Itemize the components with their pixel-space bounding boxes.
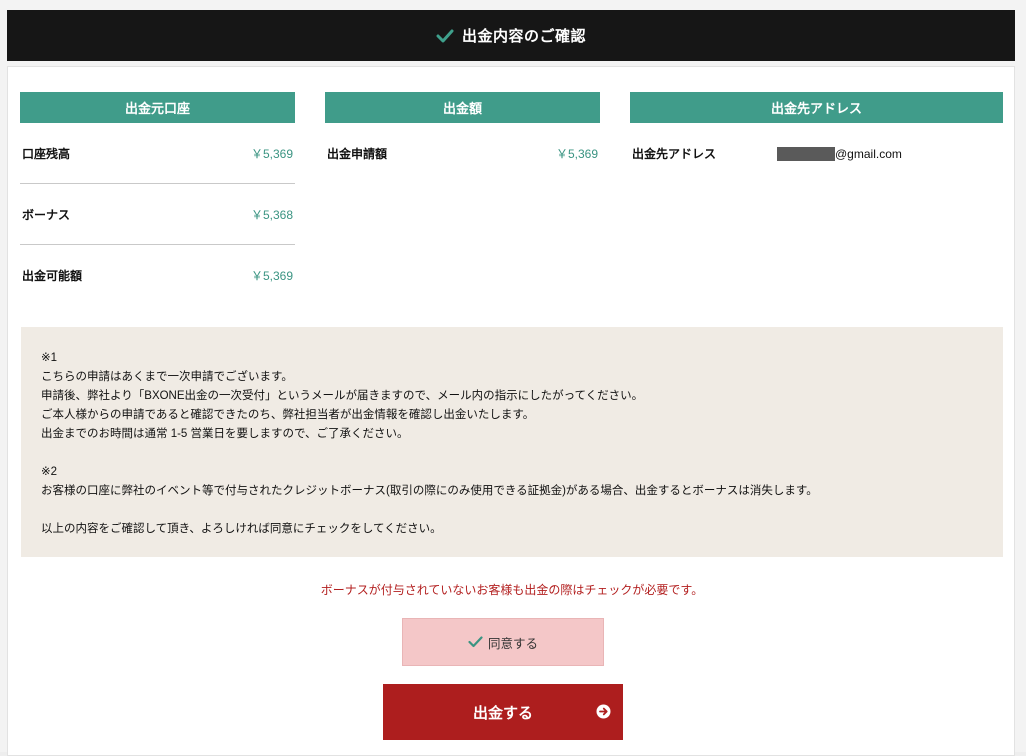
agree-label: 同意する xyxy=(487,636,538,651)
notice-line: お客様の口座に弊社のイベント等で付与されたクレジットボーナス(取引の際にのみ使用… xyxy=(41,485,818,497)
notice-mark-1: ※1 xyxy=(41,352,58,364)
request-amount-label: 出金申請額 xyxy=(327,147,388,161)
request-amount-value: ￥5,369 xyxy=(555,147,598,161)
balance-label: 口座残高 xyxy=(22,146,71,161)
source-account-heading: 出金元口座 xyxy=(20,92,295,123)
notice-mark-2: ※2 xyxy=(41,466,58,478)
agree-checkbox-button[interactable]: 同意する xyxy=(402,618,604,666)
page-header: 出金内容のご確認 xyxy=(7,10,1015,61)
notice-line: ご本人様からの申請であると確認できたのち、弊社担当者が出金情報を確認し出金いたし… xyxy=(41,409,535,421)
notice-line: 申請後、弊社より「BXONE出金の一次受付」というメールが届きますので、メール内… xyxy=(41,390,644,402)
notice-line: 出金までのお時間は通常 1-5 営業日を要しますので、ご了承ください。 xyxy=(41,428,409,440)
balance-row: 口座残高 ￥5,369 xyxy=(20,123,295,184)
confirmation-panel: 出金元口座 口座残高 ￥5,369 ボーナス ￥5,368 出金可能額 ￥5,3… xyxy=(7,66,1015,756)
check-icon xyxy=(436,29,454,43)
notice-line: 以上の内容をご確認して頂き、よろしければ同意にチェックをしてください。 xyxy=(41,523,442,535)
check-icon xyxy=(468,636,483,648)
destination-heading: 出金先アドレス xyxy=(630,92,1003,123)
bonus-label: ボーナス xyxy=(22,207,71,222)
destination-label: 出金先アドレス xyxy=(632,147,717,161)
bonus-value: ￥5,368 xyxy=(250,207,293,222)
withdrawable-row: 出金可能額 ￥5,369 xyxy=(20,245,295,306)
arrow-circle-right-icon xyxy=(596,704,611,719)
bonus-row: ボーナス ￥5,368 xyxy=(20,184,295,245)
destination-section: 出金先アドレス 出金先アドレス @gmail.com xyxy=(630,92,1003,184)
withdrawable-label: 出金可能額 xyxy=(22,269,83,283)
destination-email: @gmail.com xyxy=(835,146,902,161)
source-account-section: 出金元口座 口座残高 ￥5,369 ボーナス ￥5,368 出金可能額 ￥5,3… xyxy=(20,92,295,306)
notice-box: ※1 こちらの申請はあくまで一次申請でございます。 申請後、弊社より「BXONE… xyxy=(21,327,1003,557)
withdrawable-value: ￥5,369 xyxy=(250,269,293,283)
amount-heading: 出金額 xyxy=(325,92,600,123)
destination-row: 出金先アドレス @gmail.com xyxy=(630,123,1003,184)
balance-value: ￥5,369 xyxy=(250,146,293,161)
warning-message: ボーナスが付与されていないお客様も出金の際はチェックが必要です。 xyxy=(320,583,704,597)
withdraw-submit-label: 出金する xyxy=(472,704,533,722)
page: 出金内容のご確認 出金元口座 口座残高 ￥5,369 ボーナス ￥5,368 出… xyxy=(0,0,1026,756)
request-amount-row: 出金申請額 ￥5,369 xyxy=(325,123,600,184)
redacted-email-mask xyxy=(777,146,835,161)
withdraw-submit-button[interactable]: 出金する xyxy=(383,684,623,740)
amount-section: 出金額 出金申請額 ￥5,369 xyxy=(325,92,600,184)
page-title: 出金内容のご確認 xyxy=(461,28,586,45)
notice-line: こちらの申請はあくまで一次申請でございます。 xyxy=(41,371,293,383)
